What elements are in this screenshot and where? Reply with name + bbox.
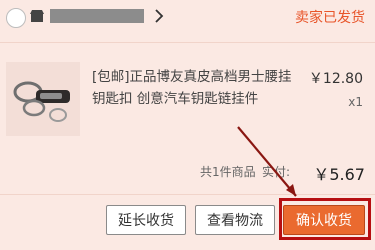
product-title[interactable]: [包邮]正品博友真皮高档男士腰挂钥匙扣 创意汽车钥匙链挂件 bbox=[92, 66, 292, 110]
order-status: 卖家已发货 bbox=[295, 10, 365, 26]
store-name[interactable] bbox=[50, 9, 144, 23]
keychain-image bbox=[6, 62, 80, 136]
select-checkbox[interactable] bbox=[6, 8, 26, 28]
product-quantity: x1 bbox=[348, 95, 363, 109]
order-card: 卖家已发货 [包邮]正品博友真皮高档男士腰挂钥匙扣 创意汽车钥匙链挂件 ￥12.… bbox=[0, 0, 375, 250]
order-header: 卖家已发货 bbox=[0, 0, 375, 36]
paid-label: 实付: bbox=[262, 165, 291, 179]
product-price: ￥12.80 bbox=[308, 71, 363, 87]
item-count: 共1件商品 bbox=[200, 165, 256, 179]
view-logistics-button[interactable]: 查看物流 bbox=[195, 205, 275, 235]
store-icon bbox=[30, 10, 44, 22]
divider bbox=[0, 42, 375, 43]
divider bbox=[0, 194, 375, 195]
highlight-box bbox=[279, 198, 371, 240]
paid-amount: ￥5.67 bbox=[313, 165, 365, 184]
chevron-right-icon[interactable] bbox=[154, 8, 164, 24]
extend-receipt-button[interactable]: 延长收货 bbox=[106, 205, 186, 235]
product-thumbnail[interactable] bbox=[6, 62, 80, 136]
